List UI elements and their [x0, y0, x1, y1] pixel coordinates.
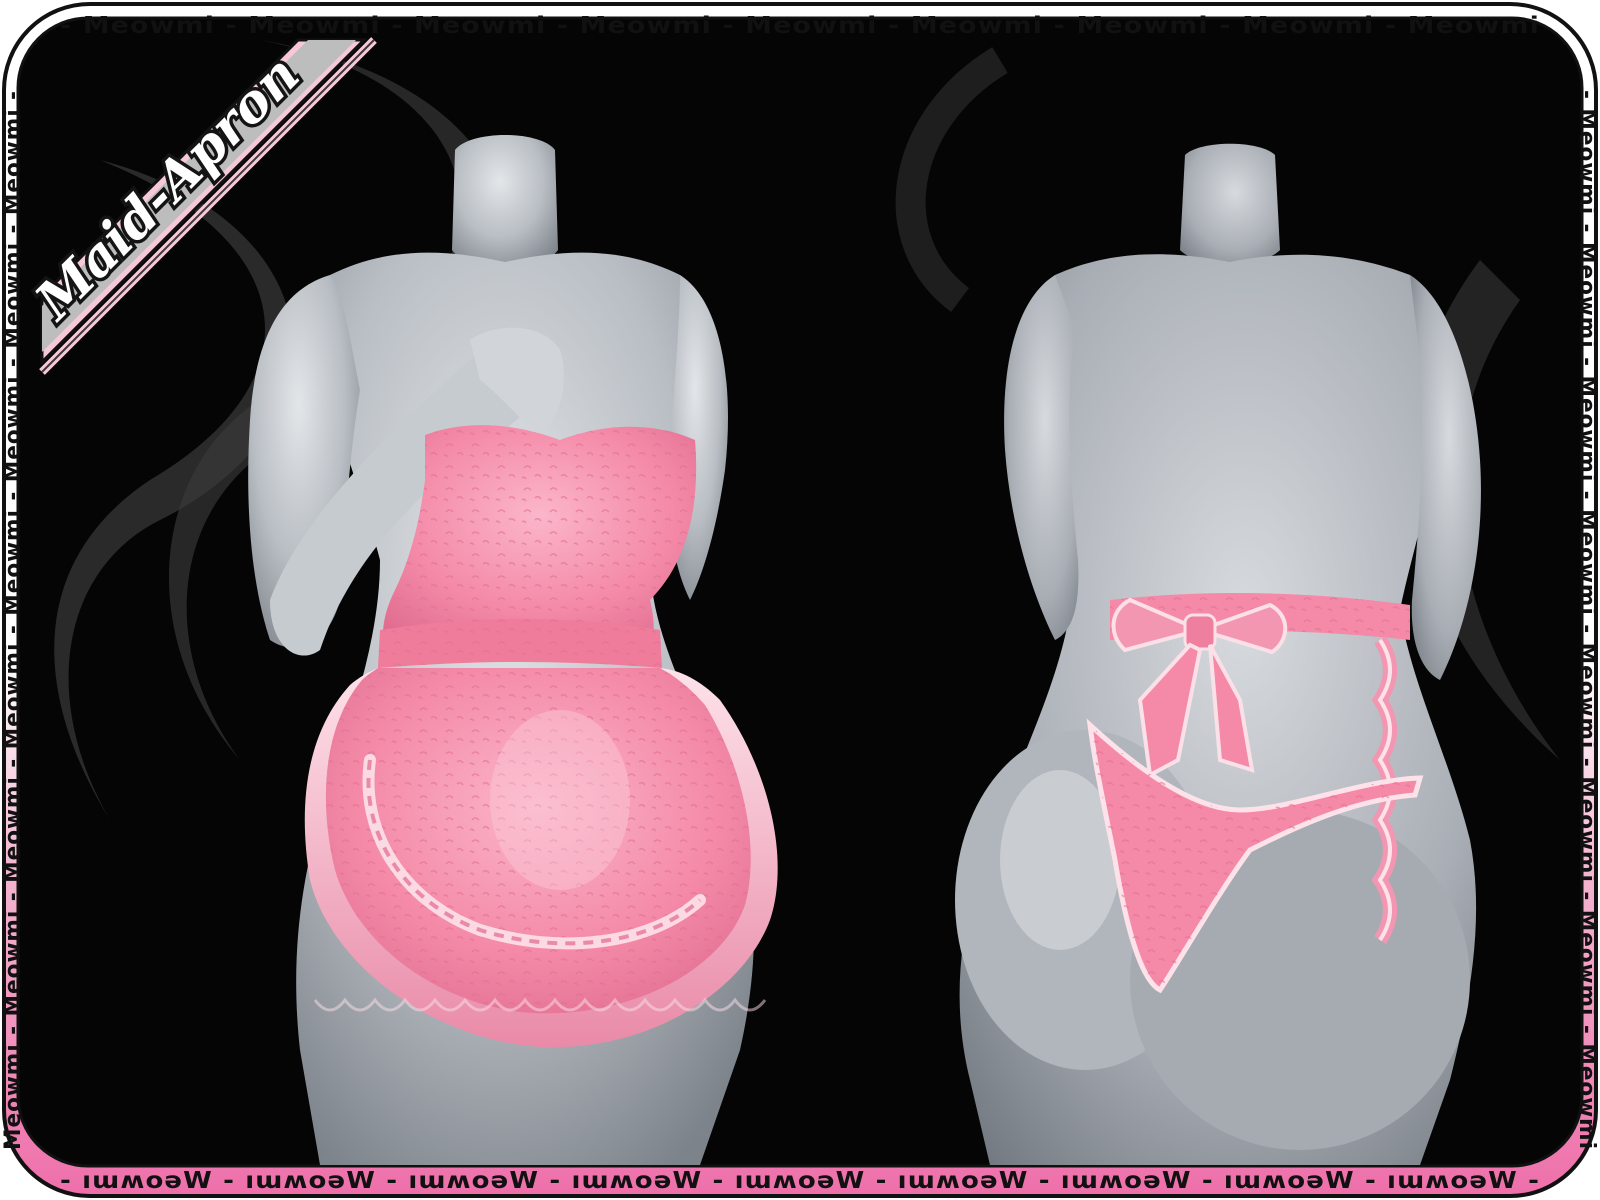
watermark-right: - Meowmi - Meowmi - Meowmi - Meowmi - Me… [1574, 90, 1599, 1150]
watermark-bottom: - ıɯʍoǝW - ıɯʍoǝW - ıɯʍoǝW - ıɯʍoǝW - ıɯ… [60, 1168, 1540, 1194]
watermark-top: - Meowmi - Meowmi - Meowmi - Meowmi - Me… [60, 13, 1540, 39]
product-preview-card: Maid-Apron - Meowmi - Meowmi - Meowmi - … [0, 0, 1600, 1200]
watermark-left: Meowmi - Meowmi - Meowmi - Meowmi - Meow… [1, 90, 26, 1150]
